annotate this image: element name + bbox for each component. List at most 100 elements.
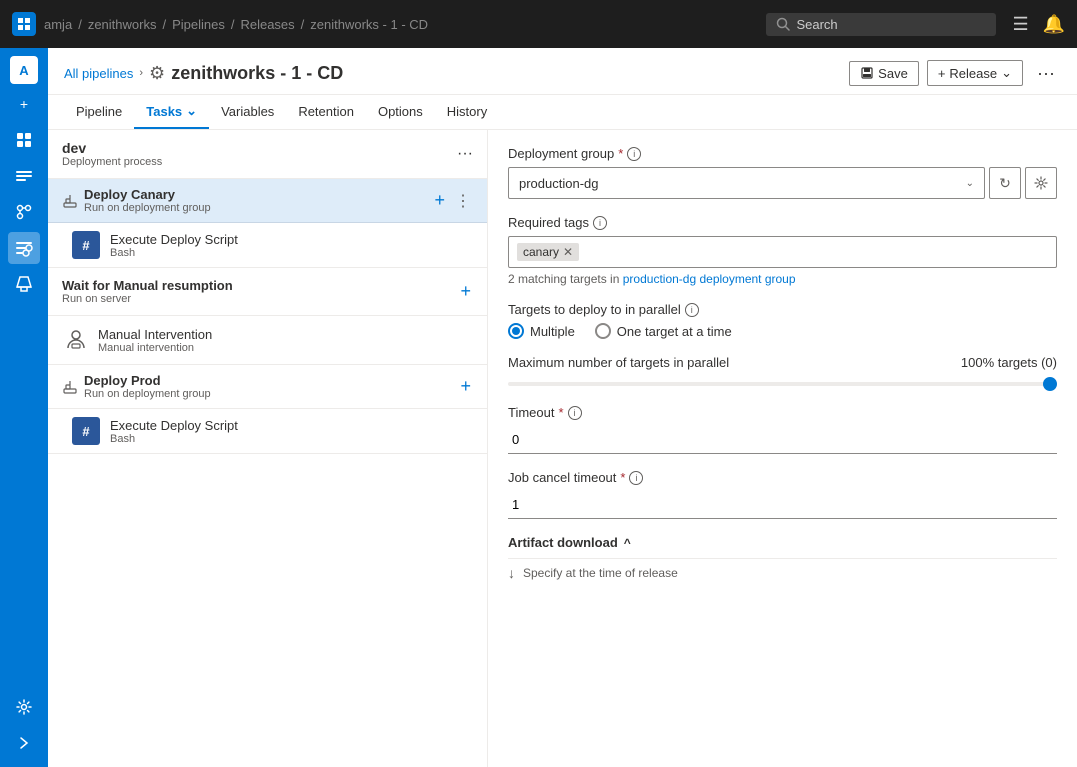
matching-link[interactable]: production-dg deployment group — [623, 272, 796, 286]
deploy-prod-header[interactable]: Deploy Prod Run on deployment group + — [48, 365, 487, 409]
tab-tasks[interactable]: Tasks ⌄ — [134, 95, 209, 129]
artifact-row: ↓ Specify at the time of release — [508, 558, 1057, 587]
tasks-dropdown-arrow[interactable]: ⌄ — [186, 103, 197, 119]
artifact-collapse-icon[interactable]: ^ — [624, 536, 631, 550]
deploy-canary-subtitle: Run on deployment group — [84, 202, 426, 214]
required-tags-field: Required tags i canary ✕ 2 matching targ… — [508, 215, 1057, 286]
wait-subtitle: Run on server — [62, 293, 450, 305]
timeout-input[interactable] — [508, 426, 1057, 454]
gear-icon — [1034, 176, 1048, 190]
wait-add-button[interactable]: + — [458, 279, 473, 304]
radio-one-target-circle — [595, 323, 611, 339]
deployment-group-label: Deployment group * i — [508, 146, 1057, 161]
timeout-label: Timeout * i — [508, 405, 1057, 420]
tab-history[interactable]: History — [435, 95, 499, 129]
max-targets-slider[interactable] — [508, 382, 1057, 386]
deploy-prod-add-button[interactable]: + — [458, 374, 473, 399]
deploy-canary-more[interactable]: ⋮ — [453, 189, 473, 213]
job-cancel-info[interactable]: i — [629, 471, 643, 485]
task-icon-bash-prod: # — [72, 417, 100, 445]
deploy-prod-title: Deploy Prod — [84, 373, 452, 388]
sidebar-item-add[interactable]: + — [8, 88, 40, 120]
top-bar: amja / zenithworks / Pipelines / Release… — [0, 0, 1077, 48]
list-icon[interactable]: ☰ — [1012, 14, 1028, 35]
deployment-group-field: Deployment group * i production-dg ⌄ ↻ — [508, 146, 1057, 199]
task-item-execute-deploy[interactable]: # Execute Deploy Script Bash — [48, 223, 487, 268]
manual-intervention-icon — [62, 326, 90, 354]
stage-more-button[interactable]: ··· — [457, 145, 473, 163]
required-tags-label: Required tags i — [508, 215, 1057, 230]
page-header-actions: Save + Release ⌄ ··· — [849, 60, 1061, 86]
wait-item[interactable]: Wait for Manual resumption Run on server… — [48, 268, 487, 316]
tab-variables[interactable]: Variables — [209, 95, 286, 129]
job-cancel-label: Job cancel timeout * i — [508, 470, 1057, 485]
artifact-arrow-icon: ↓ — [508, 565, 515, 581]
content-area: dev Deployment process ··· — [48, 130, 1077, 767]
task-icon-bash: # — [72, 231, 100, 259]
tab-options[interactable]: Options — [366, 95, 435, 129]
job-cancel-input[interactable] — [508, 491, 1057, 519]
sidebar-item-repos[interactable] — [8, 196, 40, 228]
add-task-button[interactable]: + — [432, 188, 447, 213]
app-logo[interactable] — [12, 12, 36, 36]
timeout-info[interactable]: i — [568, 406, 582, 420]
job-cancel-field: Job cancel timeout * i — [508, 470, 1057, 519]
targets-parallel-field: Targets to deploy to in parallel i Multi… — [508, 302, 1057, 339]
deploy-canary-header[interactable]: Deploy Canary Run on deployment group + … — [48, 179, 487, 223]
tag-input[interactable]: canary ✕ — [508, 236, 1057, 268]
manual-intervention-title: Manual Intervention — [98, 327, 212, 342]
sidebar-item-boards[interactable] — [8, 160, 40, 192]
sidebar-item-test[interactable] — [8, 268, 40, 300]
search-box[interactable]: Search — [766, 13, 996, 36]
more-options-button[interactable]: ··· — [1031, 61, 1061, 86]
right-panel: Deployment group * i production-dg ⌄ ↻ — [488, 130, 1077, 767]
deployment-group-select[interactable]: production-dg ⌄ — [508, 167, 985, 199]
deployment-group-dropdown-row: production-dg ⌄ ↻ — [508, 167, 1057, 199]
deploy-prod-subtitle: Run on deployment group — [84, 388, 452, 400]
targets-parallel-info[interactable]: i — [685, 303, 699, 317]
timeout-field: Timeout * i — [508, 405, 1057, 454]
stage-subtitle: Deployment process — [62, 156, 457, 168]
release-button[interactable]: + Release ⌄ — [927, 60, 1023, 86]
task-title: Execute Deploy Script — [110, 232, 238, 247]
app-sidebar: A + — [0, 48, 48, 767]
deploy-prod-icon — [62, 379, 78, 395]
artifact-header: Artifact download ^ — [508, 535, 1057, 550]
slider-container: Maximum number of targets in parallel 10… — [508, 355, 1057, 389]
select-chevron-icon: ⌄ — [966, 178, 974, 189]
top-bar-icons: ☰ 🔔 — [1012, 14, 1065, 35]
all-pipelines-link[interactable]: All pipelines — [64, 66, 133, 81]
parallel-radio-group: Multiple One target at a time — [508, 323, 1057, 339]
manual-intervention-item[interactable]: Manual Intervention Manual intervention — [48, 316, 487, 365]
sidebar-item-overview[interactable] — [8, 124, 40, 156]
tab-pipeline[interactable]: Pipeline — [64, 95, 134, 129]
task-item-execute-deploy-prod[interactable]: # Execute Deploy Script Bash — [48, 409, 487, 454]
stage-header: dev Deployment process ··· — [48, 130, 487, 179]
tag-remove-button[interactable]: ✕ — [563, 245, 573, 259]
deploy-canary-title: Deploy Canary — [84, 187, 426, 202]
deployment-group-icon — [62, 193, 78, 209]
radio-one-target[interactable]: One target at a time — [595, 323, 732, 339]
radio-multiple[interactable]: Multiple — [508, 323, 575, 339]
main-content: All pipelines › ⚙ zenithworks - 1 - CD S… — [48, 48, 1077, 767]
stage-name: dev — [62, 140, 457, 156]
refresh-button[interactable]: ↻ — [989, 167, 1021, 199]
settings-button[interactable] — [1025, 167, 1057, 199]
page-title: zenithworks - 1 - CD — [171, 63, 343, 84]
matching-text: 2 matching targets in production-dg depl… — [508, 272, 1057, 286]
sidebar-item-expand[interactable] — [8, 727, 40, 759]
radio-multiple-circle — [508, 323, 524, 339]
save-button[interactable]: Save — [849, 61, 919, 86]
required-tags-info[interactable]: i — [593, 216, 607, 230]
breadcrumb-chevron: › — [139, 67, 143, 79]
task-subtitle-prod: Bash — [110, 433, 238, 445]
notification-icon[interactable]: 🔔 — [1043, 14, 1065, 35]
deploy-group: Deploy Canary Run on deployment group + … — [48, 179, 487, 268]
sidebar-item-home[interactable]: A — [10, 56, 38, 84]
deployment-group-info[interactable]: i — [627, 147, 641, 161]
tab-retention[interactable]: Retention — [286, 95, 366, 129]
targets-parallel-label: Targets to deploy to in parallel i — [508, 302, 1057, 317]
left-panel: dev Deployment process ··· — [48, 130, 488, 767]
sidebar-item-pipelines[interactable] — [8, 232, 40, 264]
sidebar-item-settings[interactable] — [8, 691, 40, 723]
